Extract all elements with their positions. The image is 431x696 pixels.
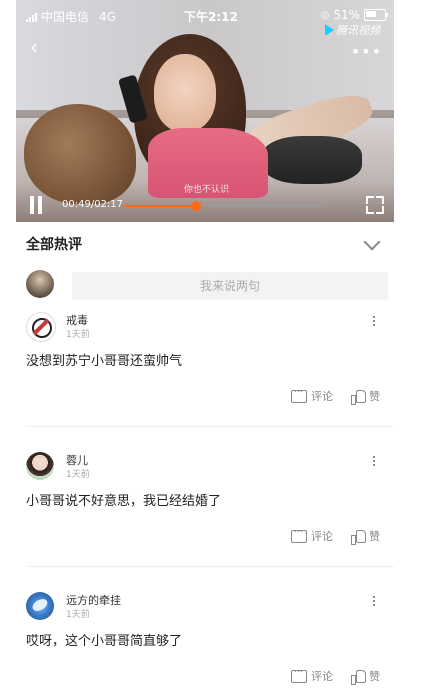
- video-time: 00:49/02:17: [62, 199, 124, 210]
- battery-percent: 51%: [333, 8, 360, 22]
- more-vertical-icon[interactable]: [373, 596, 376, 608]
- comment-actions: 评论 赞: [291, 665, 380, 685]
- signal-icon: [26, 12, 37, 22]
- reply-label: 评论: [311, 670, 333, 683]
- battery-icon: [364, 9, 388, 21]
- comment-icon: [291, 525, 307, 543]
- progress-knob[interactable]: [191, 201, 201, 211]
- comment-actions: 评论 赞: [291, 525, 380, 545]
- pause-icon[interactable]: [28, 196, 44, 214]
- comment-input[interactable]: [72, 272, 388, 300]
- back-icon[interactable]: ‹: [30, 37, 48, 57]
- progress-bar[interactable]: [124, 201, 324, 211]
- comment-text: 小哥哥说不好意思，我已经结婚了: [26, 494, 222, 509]
- comments-header: 全部热评: [16, 222, 394, 262]
- comment-author[interactable]: 戒毒: [66, 312, 88, 328]
- network-label: 4G: [99, 9, 116, 24]
- avatar[interactable]: [26, 592, 54, 620]
- reply-label: 评论: [311, 390, 333, 403]
- avatar[interactable]: [26, 270, 54, 298]
- reply-button[interactable]: 评论: [291, 525, 333, 544]
- like-button[interactable]: 赞: [351, 668, 380, 685]
- reply-button[interactable]: 评论: [291, 385, 333, 404]
- more-vertical-icon[interactable]: [373, 456, 376, 468]
- comment-text: 没想到苏宁小哥哥还蛮帅气: [26, 354, 183, 369]
- like-button[interactable]: 赞: [351, 528, 380, 545]
- comment-time: 1天前: [66, 470, 90, 480]
- location-icon: ◎: [320, 9, 330, 21]
- reply-button[interactable]: 评论: [291, 665, 333, 684]
- reply-label: 评论: [311, 530, 333, 543]
- like-label: 赞: [369, 530, 380, 543]
- divider: [26, 566, 394, 567]
- comment-text: 哎呀，这个小哥哥简直够了: [26, 634, 183, 649]
- clock: 下午2:12: [184, 10, 238, 24]
- more-options-icon[interactable]: •••: [351, 42, 382, 61]
- video-scene-pants: [262, 136, 362, 184]
- side-gutter: [394, 0, 431, 696]
- comment-actions: 评论 赞: [291, 385, 380, 405]
- carrier-label: 中国电信: [41, 10, 90, 24]
- thumbs-up-icon: [351, 389, 366, 405]
- more-vertical-icon[interactable]: [373, 316, 376, 328]
- video-scene-bear: [24, 104, 136, 204]
- divider: [26, 426, 394, 427]
- avatar[interactable]: [26, 312, 56, 342]
- like-label: 赞: [369, 670, 380, 683]
- comment-author[interactable]: 远方的牵挂: [66, 592, 121, 608]
- thumbs-up-icon: [351, 669, 366, 685]
- avatar[interactable]: [26, 452, 54, 480]
- phone-screen: 中国电信 4G 下午2:12 ◎ 51% 腾讯视频 ‹ ••• 你也不认识 00…: [16, 0, 394, 696]
- video-player[interactable]: 中国电信 4G 下午2:12 ◎ 51% 腾讯视频 ‹ ••• 你也不认识 00…: [16, 0, 394, 222]
- like-button[interactable]: 赞: [351, 388, 380, 405]
- chevron-down-icon[interactable]: [363, 233, 381, 251]
- tencent-video-logo: 腾讯视频: [325, 22, 380, 38]
- comment-icon: [291, 665, 307, 683]
- fullscreen-icon[interactable]: [366, 196, 384, 214]
- like-label: 赞: [369, 390, 380, 403]
- logo-text: 腾讯视频: [336, 24, 380, 37]
- logo-play-icon: [325, 24, 334, 36]
- progress-fill: [124, 205, 196, 207]
- video-controls: 00:49/02:17: [16, 190, 394, 222]
- section-title: 全部热评: [26, 237, 82, 253]
- comment-time: 1天前: [66, 330, 90, 340]
- comment-author[interactable]: 蓉儿: [66, 452, 88, 468]
- thumbs-up-icon: [351, 529, 366, 545]
- video-scene-face: [154, 54, 216, 132]
- comment-time: 1天前: [66, 610, 90, 620]
- comment-icon: [291, 385, 307, 403]
- comment-input-row: [16, 268, 394, 304]
